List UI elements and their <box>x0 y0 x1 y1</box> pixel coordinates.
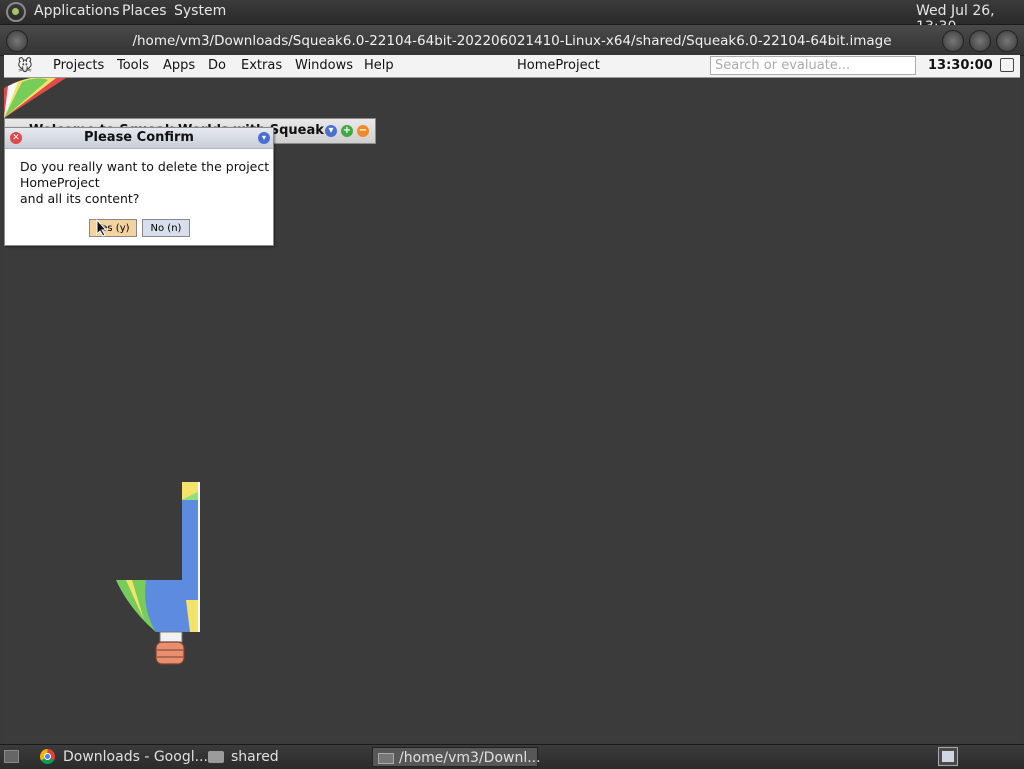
bottom-taskbar: Downloads - Googl... shared /home/vm3/Do… <box>0 744 1024 769</box>
window-icon <box>378 753 394 764</box>
chrome-icon <box>40 749 55 764</box>
folder-icon <box>208 751 224 763</box>
mouse-cursor-icon <box>96 219 108 237</box>
workspace-switcher-icon[interactable] <box>938 747 958 766</box>
menu-do[interactable]: Do <box>208 58 226 73</box>
dialog-title: Please Confirm <box>84 130 194 145</box>
task-squeak-label: /home/vm3/Downl... <box>399 750 541 766</box>
search-input[interactable]: Search or evaluate... <box>710 56 916 75</box>
confirm-dialog: ✕ Please Confirm ▾ Do you really want to… <box>4 127 274 246</box>
collapse-icon[interactable]: ▾ <box>325 125 337 137</box>
task-chrome-downloads[interactable]: Downloads - Googl... <box>63 747 208 767</box>
minimize-icon[interactable]: − <box>357 125 369 137</box>
squeak-menubar: 🐭 Projects Tools Apps Do Extras Windows … <box>4 55 1020 78</box>
fullscreen-icon[interactable] <box>1000 58 1014 72</box>
task-squeak-window[interactable]: /home/vm3/Downl... <box>372 747 541 767</box>
task-shared-folder[interactable]: shared <box>231 747 279 767</box>
squeak-clock: 13:30:00 <box>928 58 993 73</box>
dialog-menu-icon[interactable]: ▾ <box>258 132 270 144</box>
squeak-mouse-icon[interactable]: 🐭 <box>12 56 38 76</box>
show-desktop-icon[interactable] <box>4 750 19 763</box>
hot-air-balloon-icon <box>116 482 200 665</box>
minimize-button[interactable] <box>942 30 964 52</box>
menu-applications[interactable]: Applications <box>34 3 120 19</box>
window-title: /home/vm3/Downloads/Squeak6.0-22104-64bi… <box>132 33 892 49</box>
project-name[interactable]: HomeProject <box>517 58 600 73</box>
menu-windows[interactable]: Windows <box>295 58 353 73</box>
maximize-button[interactable] <box>969 30 991 52</box>
window-titlebar[interactable]: /home/vm3/Downloads/Squeak6.0-22104-64bi… <box>0 25 1024 56</box>
close-window-button[interactable] <box>996 30 1018 52</box>
menu-projects[interactable]: Projects <box>53 58 104 73</box>
dialog-header[interactable]: ✕ Please Confirm ▾ <box>5 128 273 149</box>
top-panel: Applications Places System Wed Jul 26, 1… <box>0 0 1024 35</box>
distro-logo-icon[interactable] <box>6 2 26 22</box>
menu-extras[interactable]: Extras <box>241 58 282 73</box>
balloon-top-icon <box>4 78 66 118</box>
no-button[interactable]: No (n) <box>142 219 190 237</box>
expand-icon[interactable]: + <box>341 125 353 137</box>
menu-apps[interactable]: Apps <box>163 58 195 73</box>
menu-places[interactable]: Places <box>122 3 167 19</box>
menu-tools[interactable]: Tools <box>117 58 149 73</box>
menu-help[interactable]: Help <box>364 58 394 73</box>
menu-system[interactable]: System <box>174 3 226 19</box>
dialog-message: Do you really want to delete the project… <box>20 159 270 206</box>
